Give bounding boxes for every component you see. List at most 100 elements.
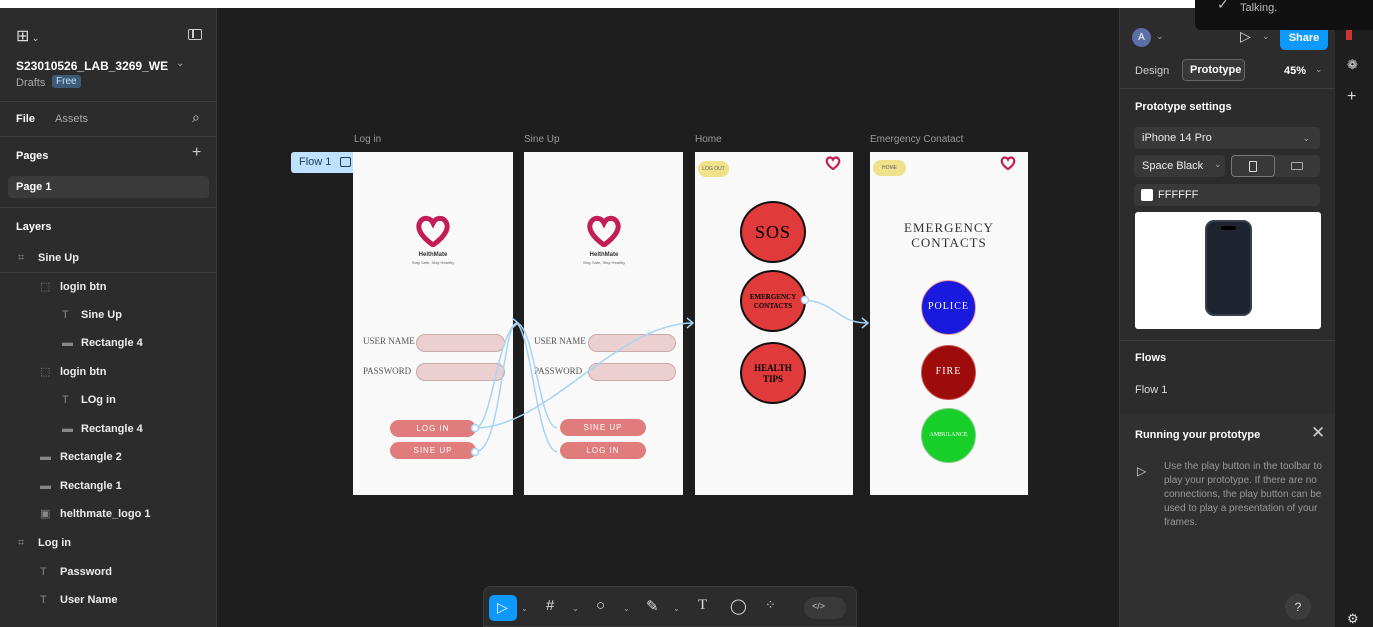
layer-label: login btn bbox=[60, 281, 107, 293]
running-prototype-card: Running your prototype ✕ ▷ Use the play … bbox=[1120, 413, 1336, 627]
layer-rectangle-4b[interactable]: ▬ Rectangle 4 bbox=[0, 415, 217, 443]
play-icon[interactable]: ▷ bbox=[1240, 28, 1251, 45]
rectangle-icon: ▬ bbox=[40, 480, 51, 492]
settings-gear-icon[interactable]: ⚙ bbox=[1347, 611, 1359, 627]
talking-indicator: ✓ Talking. bbox=[1195, 0, 1373, 30]
plugin-icon[interactable]: ❁ bbox=[1347, 57, 1358, 73]
text-icon: T bbox=[40, 594, 47, 606]
help-button[interactable]: ? bbox=[1285, 594, 1311, 620]
code-icon: </> bbox=[812, 601, 826, 611]
color-swatch bbox=[1141, 189, 1153, 201]
running-description: Use the play button in the toolbar to pl… bbox=[1164, 461, 1322, 528]
rectangle-icon: ▬ bbox=[62, 337, 73, 349]
ellipse-tool-icon[interactable]: ○ bbox=[596, 597, 605, 614]
dev-mode-toggle[interactable]: </> bbox=[804, 597, 846, 619]
figma-menu-icon[interactable]: ⊞ ⌄ bbox=[16, 26, 39, 46]
layer-label: Sine Up bbox=[38, 252, 79, 264]
background-hex: FFFFFF bbox=[1158, 189, 1199, 201]
zoom-level[interactable]: 45% bbox=[1284, 65, 1306, 77]
file-title-chevron-icon[interactable]: ⌄ bbox=[176, 58, 184, 69]
layer-rectangle-2[interactable]: ▬ Rectangle 2 bbox=[0, 443, 217, 471]
device-select[interactable]: iPhone 14 Pro ⌄ bbox=[1134, 127, 1320, 149]
layer-label: helthmate_logo 1 bbox=[60, 508, 151, 520]
layer-user-name[interactable]: T User Name bbox=[0, 586, 217, 614]
layer-label: login btn bbox=[60, 366, 107, 378]
close-icon[interactable]: ✕ bbox=[1311, 423, 1325, 443]
device-value: iPhone 14 Pro bbox=[1142, 132, 1212, 144]
layers-heading: Layers bbox=[16, 221, 52, 233]
panel-toggle-icon[interactable] bbox=[188, 29, 202, 40]
avatar[interactable]: A bbox=[1132, 28, 1151, 47]
flows-heading: Flows bbox=[1135, 352, 1167, 364]
text-icon: T bbox=[62, 394, 69, 406]
add-plugin-icon[interactable]: + bbox=[1347, 88, 1356, 106]
play-hint-icon: ▷ bbox=[1137, 464, 1147, 478]
device-chevron-icon: ⌄ bbox=[1302, 133, 1310, 143]
text-tool-icon[interactable]: T bbox=[698, 597, 707, 614]
comment-tool-icon[interactable]: ◯ bbox=[730, 597, 747, 615]
tab-file[interactable]: File bbox=[16, 113, 35, 125]
layer-log-in[interactable]: ⌗ Log in bbox=[0, 529, 217, 557]
portrait-button[interactable] bbox=[1231, 155, 1275, 177]
shape-tool-chevron-icon[interactable]: ⌄ bbox=[623, 604, 630, 613]
move-tool-chevron-icon[interactable]: ⌄ bbox=[521, 604, 528, 613]
connector-login-home bbox=[474, 322, 694, 429]
add-page-icon[interactable]: + bbox=[192, 144, 201, 162]
phone-mockup-icon bbox=[1205, 220, 1252, 316]
talking-label: Talking. bbox=[1240, 2, 1278, 14]
layer-rectangle-1[interactable]: ▬ Rectangle 1 bbox=[0, 472, 217, 500]
layer-label: Rectangle 4 bbox=[81, 423, 143, 435]
model-chevron-icon: ⌄ bbox=[1214, 159, 1222, 169]
flow-item[interactable]: Flow 1 bbox=[1135, 384, 1167, 396]
cursor-icon: ▷ bbox=[497, 599, 508, 615]
move-tool-button[interactable]: ▷ bbox=[489, 595, 517, 621]
layer-text-log-in[interactable]: T LOg in bbox=[0, 386, 217, 414]
actions-tool-icon[interactable]: ⁘ bbox=[765, 597, 776, 613]
layer-login-btn[interactable]: ⬚ login btn bbox=[0, 273, 217, 301]
landscape-icon bbox=[1291, 162, 1303, 170]
frame-tool-icon[interactable]: # bbox=[546, 597, 554, 614]
model-value: Space Black bbox=[1142, 160, 1204, 172]
layer-text-sine-up[interactable]: T Sine Up bbox=[0, 301, 217, 329]
tab-prototype[interactable]: Prototype bbox=[1182, 59, 1245, 81]
page-item-page-1[interactable]: Page 1 bbox=[8, 176, 209, 198]
layer-label: Rectangle 2 bbox=[60, 451, 122, 463]
frame-icon: ⌗ bbox=[18, 537, 25, 549]
landscape-button[interactable] bbox=[1276, 155, 1320, 177]
layer-label: Password bbox=[60, 566, 112, 578]
left-sidebar: ⊞ ⌄ S23010526_LAB_3269_WE ⌄ Drafts Free … bbox=[0, 8, 217, 627]
drafts-label[interactable]: Drafts bbox=[16, 77, 45, 89]
tab-assets[interactable]: Assets bbox=[55, 113, 88, 125]
pen-tool-icon[interactable]: ✎ bbox=[646, 597, 659, 615]
file-title[interactable]: S23010526_LAB_3269_WE bbox=[16, 59, 168, 73]
search-icon[interactable]: ⌕ bbox=[192, 109, 200, 126]
layer-helthmate-logo[interactable]: ▣ helthmate_logo 1 bbox=[0, 500, 217, 528]
layer-sine-up[interactable]: ⌗ Sine Up bbox=[0, 244, 217, 272]
plugin-rail: ❁ + ⚙ bbox=[1335, 8, 1373, 627]
design-canvas[interactable]: Log in Sine Up Home Emergency Conatact F… bbox=[217, 8, 1119, 627]
model-select[interactable]: Space Black ⌄ bbox=[1134, 155, 1225, 177]
frame-tool-chevron-icon[interactable]: ⌄ bbox=[572, 604, 579, 613]
background-color-field[interactable]: FFFFFF bbox=[1134, 184, 1320, 206]
portrait-icon bbox=[1249, 161, 1257, 172]
text-icon: T bbox=[62, 309, 69, 321]
layer-password[interactable]: T Password bbox=[0, 558, 217, 586]
zoom-chevron-icon[interactable]: ⌄ bbox=[1315, 64, 1323, 75]
pen-tool-chevron-icon[interactable]: ⌄ bbox=[673, 604, 680, 613]
pages-heading: Pages bbox=[16, 150, 49, 162]
prototype-settings-heading: Prototype settings bbox=[1135, 101, 1232, 113]
tab-design[interactable]: Design bbox=[1135, 65, 1169, 77]
play-chevron-icon[interactable]: ⌄ bbox=[1262, 31, 1270, 42]
group-icon: ⬚ bbox=[40, 366, 51, 378]
tab-prototype-label: Prototype bbox=[1190, 64, 1242, 76]
layer-label: Sine Up bbox=[81, 309, 122, 321]
layer-label: Rectangle 4 bbox=[81, 337, 143, 349]
frame-icon: ⌗ bbox=[18, 252, 25, 264]
layer-rectangle-4[interactable]: ▬ Rectangle 4 bbox=[0, 329, 217, 357]
prototype-connections bbox=[470, 295, 870, 457]
avatar-chevron-icon[interactable]: ⌄ bbox=[1156, 31, 1164, 42]
layer-login-btn-2[interactable]: ⬚ login btn bbox=[0, 358, 217, 386]
layer-label: Log in bbox=[38, 537, 71, 549]
top-strip bbox=[0, 0, 1373, 8]
layer-label: Rectangle 1 bbox=[60, 480, 122, 492]
